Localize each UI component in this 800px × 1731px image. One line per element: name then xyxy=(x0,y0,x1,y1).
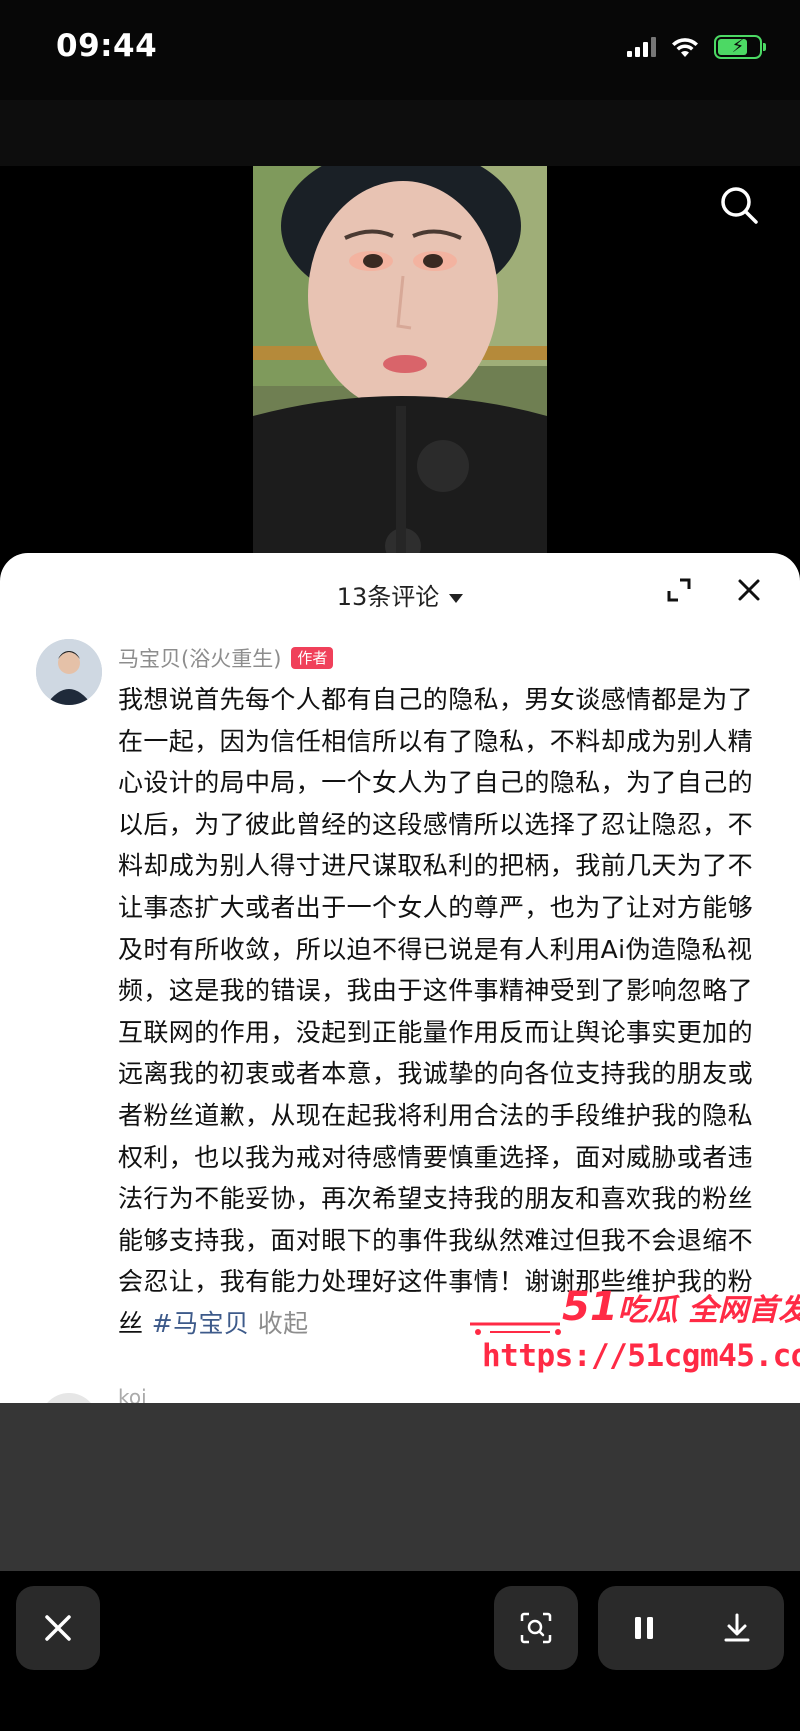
bottom-bar xyxy=(0,1571,800,1731)
video-thumbnail-image xyxy=(253,166,547,566)
comment-text: 我想说首先每个人都有自己的隐私，男女谈感情都是为了在一起，因为信任相信所以有了隐… xyxy=(118,679,768,1345)
status-time: 09:44 xyxy=(56,28,158,64)
status-bar: 09:44 ⚡ xyxy=(0,0,800,100)
video-area[interactable] xyxy=(0,166,800,586)
author-badge: 作者 xyxy=(291,647,334,669)
lens-search-button[interactable] xyxy=(494,1586,578,1670)
close-icon xyxy=(738,579,760,601)
dimmed-overlay xyxy=(0,1403,800,1571)
next-comment-avatar[interactable] xyxy=(40,1393,98,1403)
search-button[interactable] xyxy=(718,184,760,226)
wifi-icon xyxy=(672,38,698,57)
comment-author-name[interactable]: 马宝贝(浴火重生) xyxy=(118,643,281,673)
pause-icon[interactable] xyxy=(629,1613,659,1643)
chevron-down-icon xyxy=(449,593,464,603)
avatar[interactable] xyxy=(36,639,102,705)
close-icon xyxy=(45,1615,71,1641)
close-button[interactable] xyxy=(16,1586,100,1670)
download-icon[interactable] xyxy=(721,1612,753,1644)
expand-icon xyxy=(667,578,691,602)
cellular-signal-icon xyxy=(627,37,656,57)
collapse-link[interactable]: 收起 xyxy=(258,1309,309,1338)
comments-header: 13条评论 xyxy=(0,553,800,627)
comment-author-line: 马宝贝(浴火重生) 作者 xyxy=(118,643,334,673)
lens-search-icon xyxy=(520,1612,552,1644)
playback-controls xyxy=(598,1586,784,1670)
hashtag-link[interactable]: #马宝贝 xyxy=(152,1309,250,1338)
charging-bolt-icon: ⚡ xyxy=(731,36,745,57)
next-comment-username[interactable]: koi xyxy=(118,1385,147,1403)
close-comments-button[interactable] xyxy=(736,577,762,603)
comments-sheet: 13条评论 马宝贝(浴火重生) 作者 我想说首先每个人都有自己的隐私，男女谈感情… xyxy=(0,553,800,1403)
status-icons: ⚡ xyxy=(627,34,766,60)
video-frame[interactable] xyxy=(253,166,547,566)
search-icon xyxy=(721,187,758,224)
comment-body: 我想说首先每个人都有自己的隐私，男女谈感情都是为了在一起，因为信任相信所以有了隐… xyxy=(118,685,754,1338)
author-avatar-image xyxy=(36,639,102,705)
expand-button[interactable] xyxy=(666,577,692,603)
comment-count-label: 13条评论 xyxy=(336,583,440,611)
charging-battery-icon: ⚡ xyxy=(714,35,766,59)
top-gap xyxy=(0,100,800,166)
